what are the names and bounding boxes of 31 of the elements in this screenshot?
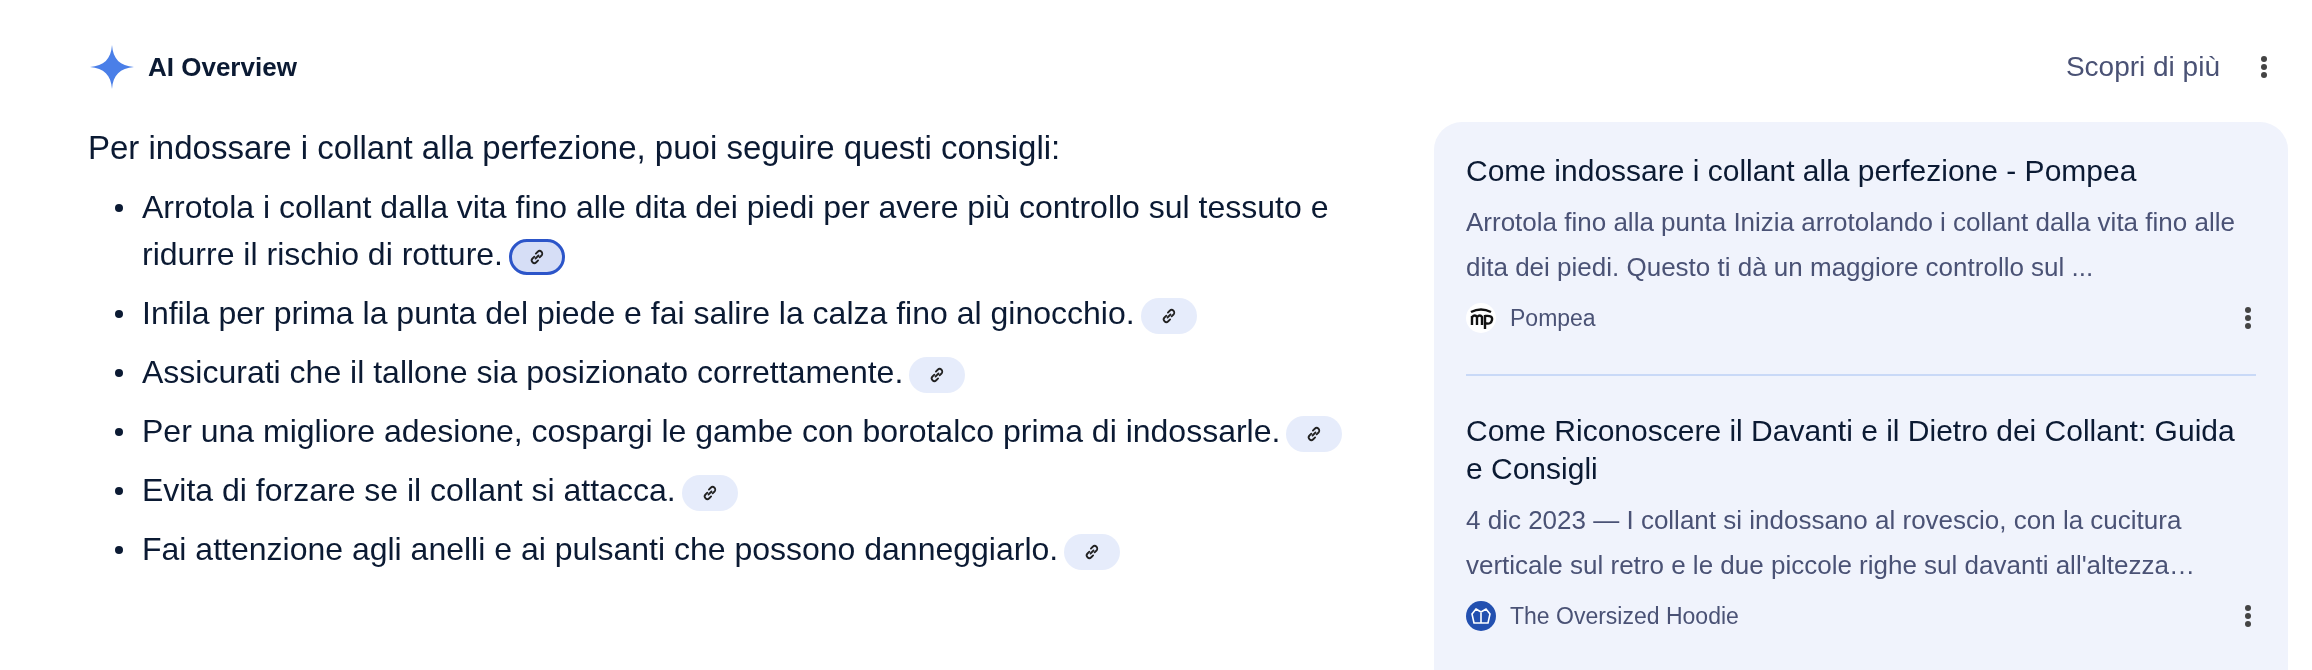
bullet-icon	[115, 546, 123, 554]
learn-more-link[interactable]: Scopri di più	[2065, 51, 2220, 83]
source-snippet: 4 dic 2023 — I collant si indossano al rovescio, con la cucitura verticale sul retro e le due piccole righe sul davanti all'altezza…	[1466, 504, 2196, 582]
bullet-icon	[115, 487, 123, 495]
link-icon	[528, 247, 546, 266]
source-title-link[interactable]: Come indossare i collant alla perfezione - Pompea	[1466, 152, 2256, 190]
source-title-link[interactable]: Come Riconoscere il Davanti e il Dietro dei Collant: Guida e Consigli	[1466, 412, 2256, 488]
tip-text: Evita di forzare se il collant si attacca.	[142, 467, 1357, 514]
more-options-icon	[2244, 306, 2252, 330]
site-name: The Oversized Hoodie	[1510, 602, 1740, 630]
tip-text: Fai attenzione agli anelli e ai pulsanti che possono danneggiarlo.	[142, 526, 1357, 573]
source-snippet: Arrotola fino alla punta Inizia arrotolando i collant dalla vita fino alle dita dei piedi. Questo ti dà un maggiore controllo sul ...	[1466, 206, 2236, 284]
tip-text: Per una migliore adesione, cospargi le gambe con borotalco prima di indossarle.	[142, 408, 1357, 455]
tip-text: Assicurati che il tallone sia posizionato correttamente.	[142, 349, 1357, 396]
bullet-icon	[115, 428, 123, 436]
site-name: Pompea	[1510, 304, 1597, 332]
tip-text: Arrotola i collant dalla vita fino alle dita dei piedi per avere più controllo sul tessuto e ridurre il rischio di rotture.	[142, 184, 1357, 278]
site-logo-icon	[1466, 303, 1496, 333]
bullet-icon	[115, 310, 123, 318]
intro-text: Per indossare i collant alla perfezione, puoi seguire questi consigli:	[88, 128, 1062, 168]
source-link-button[interactable]	[681, 474, 738, 511]
source-link-button[interactable]	[509, 238, 565, 275]
source-link-button[interactable]	[909, 356, 966, 393]
source-link-button[interactable]	[1286, 415, 1343, 452]
bullet-icon	[115, 369, 123, 377]
tip-text: Infila per prima la punta del piede e fai salire la calza fino al ginocchio.	[142, 290, 1357, 337]
bullet-icon	[115, 204, 123, 212]
source-link-button[interactable]	[1064, 533, 1121, 570]
section-title: AI Overview	[148, 51, 297, 83]
source-link-button[interactable]	[1140, 297, 1197, 334]
more-options-icon	[2260, 55, 2268, 79]
